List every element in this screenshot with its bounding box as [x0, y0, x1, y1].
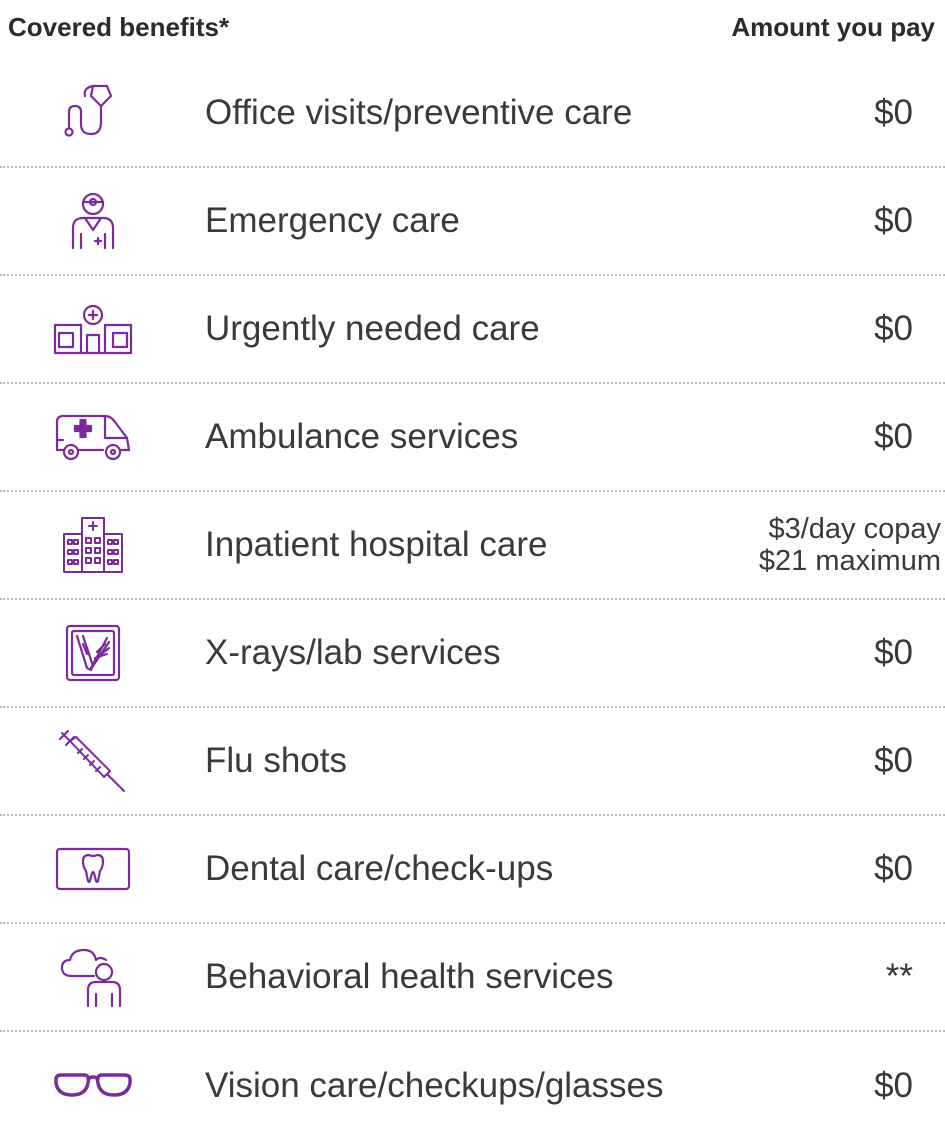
- doctor-icon: [50, 190, 136, 252]
- amount-value: **: [885, 957, 913, 996]
- amount-value: $0: [874, 417, 913, 456]
- ambulance-icon: [50, 406, 136, 468]
- amount-copay: $3/day copay: [768, 513, 941, 545]
- benefit-label: Ambulance services: [205, 417, 519, 456]
- benefit-row: Inpatient hospital care $3/day copay $21…: [0, 492, 945, 600]
- benefit-label: Behavioral health services: [205, 957, 614, 996]
- benefit-label: Flu shots: [205, 741, 347, 780]
- amount-value: $0: [874, 309, 913, 348]
- tooth-icon: [50, 838, 136, 900]
- behavioral-health-icon: [50, 946, 136, 1008]
- amount-maximum: $21 maximum: [758, 545, 941, 577]
- benefit-row: Behavioral health services **: [0, 924, 945, 1032]
- benefit-label: Dental care/check-ups: [205, 849, 554, 888]
- benefit-label: X-rays/lab services: [205, 633, 501, 672]
- benefit-label: Emergency care: [205, 201, 460, 240]
- table-header: Covered benefits* Amount you pay: [0, 0, 945, 58]
- eyeglasses-icon: [50, 1055, 136, 1117]
- amount-value: $0: [874, 1066, 913, 1105]
- amount-value: $3/day copay $21 maximum: [759, 513, 941, 577]
- covered-benefits-heading: Covered benefits*: [8, 12, 230, 42]
- benefit-label: Inpatient hospital care: [205, 525, 548, 564]
- amount-value: $0: [874, 201, 913, 240]
- benefit-row: Office visits/preventive care $0: [0, 60, 945, 168]
- benefit-row: Vision care/checkups/glasses $0: [0, 1032, 945, 1140]
- hospital-icon: [50, 514, 136, 576]
- amount-value: $0: [874, 849, 913, 888]
- benefit-label: Office visits/preventive care: [205, 93, 633, 132]
- benefit-row: X-rays/lab services $0: [0, 600, 945, 708]
- benefits-table: Office visits/preventive care $0 Emergen…: [0, 60, 945, 1140]
- stethoscope-icon: [50, 82, 136, 144]
- amount-value: $0: [874, 741, 913, 780]
- syringe-icon: [50, 730, 136, 792]
- xray-icon: [50, 622, 136, 684]
- benefit-row: Dental care/check-ups $0: [0, 816, 945, 924]
- amount-value: $0: [874, 93, 913, 132]
- amount-you-pay-heading: Amount you pay: [731, 12, 935, 42]
- benefit-label: Vision care/checkups/glasses: [205, 1066, 664, 1105]
- benefit-row: Emergency care $0: [0, 168, 945, 276]
- benefit-label: Urgently needed care: [205, 309, 540, 348]
- benefit-row: Flu shots $0: [0, 708, 945, 816]
- clinic-building-icon: [50, 298, 136, 360]
- benefit-row: Urgently needed care $0: [0, 276, 945, 384]
- amount-value: $0: [874, 633, 913, 672]
- benefit-row: Ambulance services $0: [0, 384, 945, 492]
